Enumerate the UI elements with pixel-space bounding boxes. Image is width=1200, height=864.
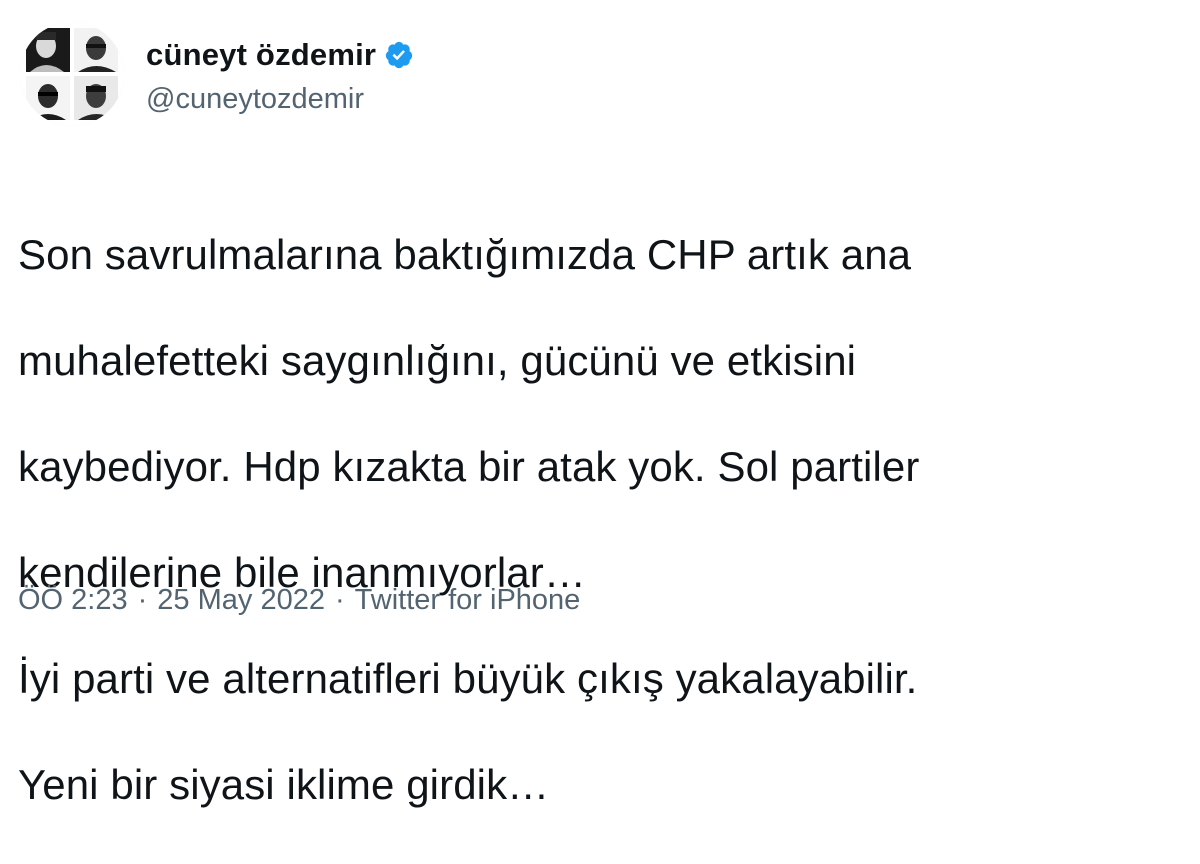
tweet-header: cüneyt özdemir @cuneytozdemir — [20, 22, 414, 126]
tweet-text-line: İyi parti ve alternatifleri büyük çıkış … — [18, 655, 918, 702]
tweet-text-line: Son savrulmalarına baktığımızda CHP artı… — [18, 231, 912, 278]
meta-separator: · — [137, 584, 148, 616]
author-handle[interactable]: @cuneytozdemir — [146, 83, 414, 116]
tweet-text-line: muhalefetteki saygınlığını, gücünü ve et… — [18, 337, 857, 384]
meta-separator: · — [334, 584, 345, 616]
tweet-date[interactable]: 25 May 2022 — [157, 584, 325, 617]
tweet-meta: ÖÖ 2:23 · 25 May 2022 · Twitter for iPho… — [18, 584, 580, 617]
author-display-name[interactable]: cüneyt özdemir — [146, 37, 376, 73]
author-names: cüneyt özdemir @cuneytozdemir — [146, 33, 414, 116]
avatar[interactable] — [20, 22, 124, 126]
tweet-text-line: kaybediyor. Hdp kızakta bir atak yok. So… — [18, 443, 920, 490]
tweet-text: Son savrulmalarına baktığımızda CHP artı… — [18, 175, 1188, 864]
tweet-source[interactable]: Twitter for iPhone — [355, 584, 581, 617]
tweet-time[interactable]: ÖÖ 2:23 — [18, 584, 128, 617]
verified-badge-icon — [384, 40, 414, 70]
tweet-card: cüneyt özdemir @cuneytozdemir Son savrul… — [0, 0, 1200, 808]
avatar-photo-grid-icon — [20, 22, 124, 126]
tweet-text-line: Yeni bir siyasi iklime girdik… — [18, 761, 550, 808]
name-row: cüneyt özdemir — [146, 33, 414, 77]
